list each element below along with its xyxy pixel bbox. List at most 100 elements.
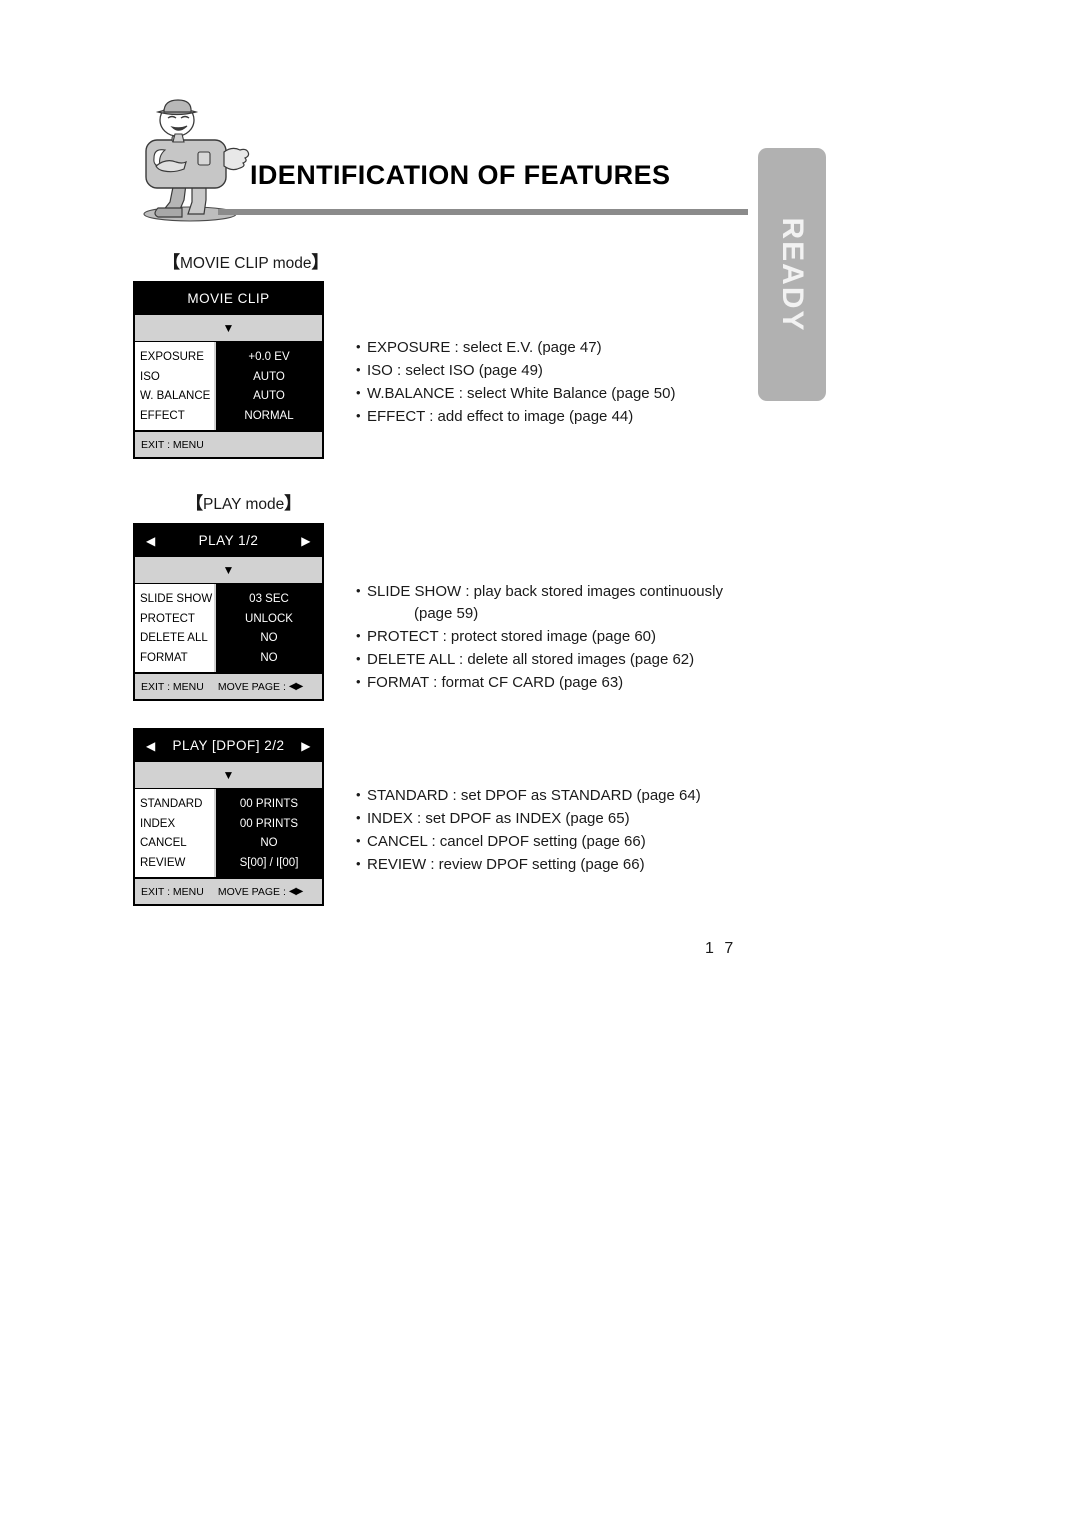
camera-mascot-illustration xyxy=(132,96,258,224)
description-text: PROTECT : protect stored image (page 60) xyxy=(367,628,657,645)
lcd-panel-play-dpof: ◀ PLAY [DPOF] 2/2 ▶ ▼ STANDARD INDEX CAN… xyxy=(133,728,324,906)
lcd-footer-movie-clip: EXIT : MENU xyxy=(135,430,322,457)
lcd-header-movie-clip: MOVIE CLIP xyxy=(135,283,322,314)
lcd-row-label[interactable]: W. BALANCE xyxy=(140,387,214,407)
description-text: ISO : select ISO (page 49) xyxy=(367,362,543,379)
description-item: • CANCEL : cancel DPOF setting (page 66) xyxy=(356,830,701,853)
lcd-row-label[interactable]: EXPOSURE xyxy=(140,348,214,368)
bracket-open-icon: 【 xyxy=(163,253,180,272)
lcd-row-value[interactable]: 00 PRINTS xyxy=(216,815,322,835)
description-text: W.BALANCE : select White Balance (page 5… xyxy=(367,385,676,402)
lcd-row-value[interactable]: NO xyxy=(216,629,322,649)
lcd-footer-exit-label: EXIT : MENU xyxy=(141,438,204,451)
description-text: CANCEL : cancel DPOF setting (page 66) xyxy=(367,833,646,850)
lcd-row-label[interactable]: SLIDE SHOW xyxy=(140,590,214,610)
lcd-row-label[interactable]: INDEX xyxy=(140,815,214,835)
lcd-subbar-movie-clip: ▼ xyxy=(135,314,322,342)
lcd-row-value[interactable]: S[00] / I[00] xyxy=(216,854,322,874)
page-next-arrow-icon[interactable]: ▶ xyxy=(301,535,311,547)
description-item: • ISO : select ISO (page 49) xyxy=(356,359,675,382)
mode-caption-movie-clip: 【MOVIE CLIP mode】 xyxy=(163,248,329,273)
ready-side-tab-label: READY xyxy=(776,216,809,333)
bullet-icon: • xyxy=(356,385,361,400)
lcd-header-play-dpof: ◀ PLAY [DPOF] 2/2 ▶ xyxy=(135,730,322,761)
down-triangle-icon: ▼ xyxy=(222,768,235,782)
bracket-close-icon: 】 xyxy=(311,253,329,272)
description-item: • PROTECT : protect stored image (page 60… xyxy=(356,625,723,648)
bullet-icon: • xyxy=(356,810,361,825)
lcd-row-label[interactable]: CANCEL xyxy=(140,834,214,854)
lcd-row-value[interactable]: AUTO xyxy=(216,387,322,407)
page-next-arrow-icon[interactable]: ▶ xyxy=(301,740,311,752)
description-text: DELETE ALL : delete all stored images (p… xyxy=(367,651,695,668)
bullet-icon: • xyxy=(356,787,361,802)
description-text: EXPOSURE : select E.V. (page 47) xyxy=(367,339,602,356)
description-item: • EFFECT : add effect to image (page 44) xyxy=(356,405,675,428)
lcd-row-value[interactable]: AUTO xyxy=(216,368,322,388)
lcd-label-column: SLIDE SHOW PROTECT DELETE ALL FORMAT xyxy=(135,584,216,672)
description-list-play-1: • SLIDE SHOW : play back stored images co… xyxy=(356,580,723,694)
description-text: REVIEW : review DPOF setting (page 66) xyxy=(367,856,645,873)
movepage-arrows-icon[interactable]: ◀▶ xyxy=(289,886,303,897)
lcd-header-title: MOVIE CLIP xyxy=(187,291,270,306)
description-text: INDEX : set DPOF as INDEX (page 65) xyxy=(367,810,630,827)
lcd-body-play-dpof: STANDARD INDEX CANCEL REVIEW 00 PRINTS 0… xyxy=(135,789,322,877)
bullet-icon: • xyxy=(356,583,361,598)
description-item: • REVIEW : review DPOF setting (page 66) xyxy=(356,853,701,876)
lcd-row-value[interactable]: UNLOCK xyxy=(216,610,322,630)
description-item: • W.BALANCE : select White Balance (page … xyxy=(356,382,675,405)
down-triangle-icon: ▼ xyxy=(222,321,235,335)
description-item: • INDEX : set DPOF as INDEX (page 65) xyxy=(356,807,701,830)
lcd-row-label[interactable]: FORMAT xyxy=(140,649,214,669)
lcd-row-value[interactable]: NO xyxy=(216,649,322,669)
lcd-row-label[interactable]: PROTECT xyxy=(140,610,214,630)
lcd-subbar-play-1: ▼ xyxy=(135,556,322,584)
document-page: IDENTIFICATION OF FEATURES READY 【MOVIE … xyxy=(0,0,1080,1528)
bullet-icon: • xyxy=(356,339,361,354)
lcd-row-value[interactable]: +0.0 EV xyxy=(216,348,322,368)
lcd-row-label[interactable]: DELETE ALL xyxy=(140,629,214,649)
lcd-footer-exit-label: EXIT : MENU xyxy=(141,680,204,693)
description-item: • EXPOSURE : select E.V. (page 47) xyxy=(356,336,675,359)
lcd-row-label[interactable]: STANDARD xyxy=(140,795,214,815)
bracket-close-icon: 】 xyxy=(284,494,302,513)
description-item: • STANDARD : set DPOF as STANDARD (page 6… xyxy=(356,784,701,807)
page-title: IDENTIFICATION OF FEATURES xyxy=(250,160,671,190)
lcd-subbar-play-dpof: ▼ xyxy=(135,761,322,789)
lcd-value-column: 00 PRINTS 00 PRINTS NO S[00] / I[00] xyxy=(216,789,322,877)
lcd-footer-exit-label: EXIT : MENU xyxy=(141,885,204,898)
lcd-row-value[interactable]: 00 PRINTS xyxy=(216,795,322,815)
description-item: • FORMAT : format CF CARD (page 63) xyxy=(356,671,723,694)
lcd-row-value[interactable]: NORMAL xyxy=(216,407,322,427)
lcd-panel-movie-clip: MOVIE CLIP ▼ EXPOSURE ISO W. BALANCE EFF… xyxy=(133,281,324,459)
bullet-icon: • xyxy=(356,856,361,871)
page-prev-arrow-icon[interactable]: ◀ xyxy=(146,740,156,752)
lcd-row-label[interactable]: ISO xyxy=(140,368,214,388)
title-divider xyxy=(218,209,748,215)
lcd-label-column: EXPOSURE ISO W. BALANCE EFFECT xyxy=(135,342,216,430)
lcd-body-movie-clip: EXPOSURE ISO W. BALANCE EFFECT +0.0 EV A… xyxy=(135,342,322,430)
bullet-icon: • xyxy=(356,408,361,423)
lcd-row-value[interactable]: 03 SEC xyxy=(216,590,322,610)
lcd-row-value[interactable]: NO xyxy=(216,834,322,854)
lcd-body-play-1: SLIDE SHOW PROTECT DELETE ALL FORMAT 03 … xyxy=(135,584,322,672)
lcd-row-label[interactable]: EFFECT xyxy=(140,407,214,427)
lcd-footer-movepage-label: MOVE PAGE : xyxy=(217,885,286,898)
description-list-play-dpof: • STANDARD : set DPOF as STANDARD (page 6… xyxy=(356,784,701,876)
page-number: 1 7 xyxy=(705,940,737,957)
lcd-footer-movepage: MOVE PAGE : ◀▶ xyxy=(217,680,303,693)
movepage-arrows-icon[interactable]: ◀▶ xyxy=(289,681,303,692)
lcd-value-column: 03 SEC UNLOCK NO NO xyxy=(216,584,322,672)
lcd-row-label[interactable]: REVIEW xyxy=(140,854,214,874)
mode-caption-text: PLAY mode xyxy=(203,496,285,513)
lcd-footer-movepage-label: MOVE PAGE : xyxy=(217,680,286,693)
lcd-header-play-1: ◀ PLAY 1/2 ▶ xyxy=(135,525,322,556)
lcd-header-title: PLAY 1/2 xyxy=(198,533,259,548)
page-prev-arrow-icon[interactable]: ◀ xyxy=(146,535,156,547)
bullet-icon: • xyxy=(356,833,361,848)
description-text: STANDARD : set DPOF as STANDARD (page 64… xyxy=(367,787,701,804)
bracket-open-icon: 【 xyxy=(186,494,203,513)
down-triangle-icon: ▼ xyxy=(222,563,235,577)
description-item: • SLIDE SHOW : play back stored images co… xyxy=(356,580,723,603)
lcd-footer-play-dpof: EXIT : MENU MOVE PAGE : ◀▶ xyxy=(135,877,322,904)
